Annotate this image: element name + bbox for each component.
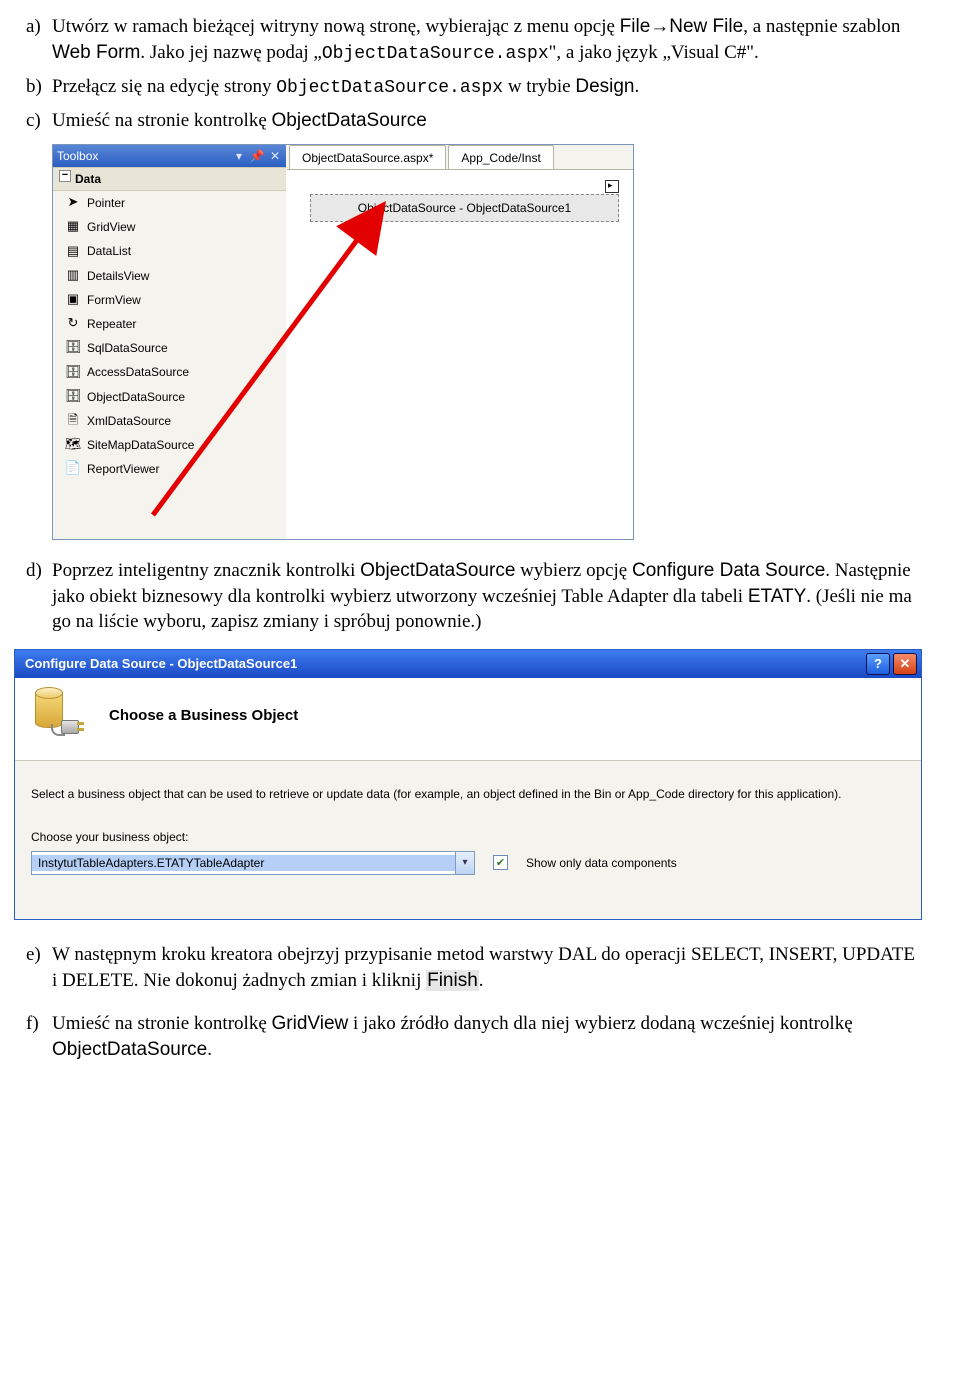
list-item-d: d) Poprzez inteligentny znacznik kontrol… [52, 558, 922, 635]
toolbox-item-label: FormView [87, 293, 141, 307]
toolbox-item-formview[interactable]: ▣ FormView [53, 288, 286, 312]
formview-icon: ▣ [65, 291, 81, 307]
toolbox-group-data[interactable]: Data [53, 167, 286, 191]
toolbox-item-label: GridView [87, 220, 135, 234]
dropdown-icon[interactable]: ▾ [232, 149, 246, 163]
toolbox-item-gridview[interactable]: ▦ GridView [53, 215, 286, 239]
toolbox-item-label: Pointer [87, 196, 125, 210]
wizard-title: Configure Data Source - ObjectDataSource… [25, 655, 863, 673]
list-item-e: e) W następnym kroku kreatora obejrzyj p… [52, 942, 922, 993]
toolbox-item-label: SiteMapDataSource [87, 438, 194, 452]
design-canvas[interactable]: ObjectDataSource - ObjectDataSource1 [286, 170, 633, 540]
toolbox-item-label: ReportViewer [87, 462, 159, 476]
close-button[interactable]: ✕ [893, 653, 917, 675]
toolbox-item-repeater[interactable]: ↻ Repeater [53, 312, 286, 336]
toolbox-item-datalist[interactable]: ▤ DataList [53, 239, 286, 263]
xmldatasource-icon: 🗎 [65, 412, 81, 428]
pointer-icon: ➤ [65, 194, 81, 210]
wizard-titlebar: Configure Data Source - ObjectDataSource… [15, 650, 921, 678]
toolbox-item-detailsview[interactable]: ▥ DetailsView [53, 264, 286, 288]
toolbox-panel: Toolbox ▾ 📌 ✕ Data ➤ Pointer ▦ GridView ▤ Dat… [53, 145, 287, 539]
detailsview-icon: ▥ [65, 267, 81, 283]
wizard-heading: Choose a Business Object [109, 706, 298, 726]
toolbox-item-label: SqlDataSource [87, 341, 168, 355]
toolbox-item-sqldatasource[interactable]: 🗄 SqlDataSource [53, 336, 286, 360]
reportviewer-icon: 📄 [65, 460, 81, 476]
toolbox-item-label: ObjectDataSource [87, 390, 185, 404]
wizard-screenshot: Configure Data Source - ObjectDataSource… [14, 649, 922, 920]
list-item-b: b) Przełącz się na edycję strony ObjectD… [52, 74, 922, 100]
toolbox-item-reportviewer[interactable]: 📄 ReportViewer [53, 457, 286, 481]
toolbox-title: Toolbox [57, 148, 228, 164]
close-icon[interactable]: ✕ [268, 149, 282, 163]
chevron-down-icon[interactable]: ▾ [455, 852, 474, 874]
show-only-checkbox[interactable]: ✔ [493, 855, 508, 870]
toolbox-item-label: AccessDataSource [87, 365, 189, 379]
accessdatasource-icon: 🗄 [65, 363, 81, 379]
choose-label: Choose your business object: [31, 829, 905, 845]
business-object-combo[interactable]: InstytutTableAdapters.ETATYTableAdapter … [31, 851, 475, 875]
toolbox-titlebar: Toolbox ▾ 📌 ✕ [53, 145, 286, 167]
toolbox-item-objectdatasource[interactable]: 🗄 ObjectDataSource [53, 385, 286, 409]
tab-appcode[interactable]: App_Code/Inst [448, 145, 553, 169]
pin-icon[interactable]: 📌 [250, 149, 264, 163]
tab-objectdatasource[interactable]: ObjectDataSource.aspx* [289, 145, 446, 169]
combo-value: InstytutTableAdapters.ETATYTableAdapter [32, 855, 455, 871]
toolbox-item-label: Repeater [87, 317, 136, 331]
database-plug-icon [31, 688, 87, 744]
wizard-header: Choose a Business Object [15, 678, 921, 761]
wizard-description: Select a business object that can be use… [31, 785, 905, 803]
toolbox-item-accessdatasource[interactable]: 🗄 AccessDataSource [53, 360, 286, 384]
toolbox-item-label: DetailsView [87, 269, 149, 283]
toolbox-item-label: XmlDataSource [87, 414, 171, 428]
smart-tag-icon[interactable] [605, 180, 619, 193]
list-item-c: c) Umieść na stronie kontrolkę ObjectDat… [52, 108, 922, 134]
list-item-f: f) Umieść na stronie kontrolkę GridView … [52, 1011, 922, 1062]
sqldatasource-icon: 🗄 [65, 339, 81, 355]
gridview-icon: ▦ [65, 218, 81, 234]
list-item-a: a) Utwórz w ramach bieżącej witryny nową… [52, 14, 922, 66]
objectdatasource-icon: 🗄 [65, 388, 81, 404]
datalist-icon: ▤ [65, 242, 81, 258]
toolbox-item-xmldatasource[interactable]: 🗎 XmlDataSource [53, 409, 286, 433]
vs-toolbox-screenshot: Toolbox ▾ 📌 ✕ Data ➤ Pointer ▦ GridView ▤ Dat… [52, 144, 634, 540]
show-only-label: Show only data components [526, 855, 677, 871]
toolbox-item-label: DataList [87, 244, 131, 258]
sitemapdatasource-icon: 🗺 [65, 436, 81, 452]
document-tabs: ObjectDataSource.aspx* App_Code/Inst [287, 145, 633, 170]
toolbox-item-pointer[interactable]: ➤ Pointer [53, 191, 286, 215]
repeater-icon: ↻ [65, 315, 81, 331]
objectdatasource-control[interactable]: ObjectDataSource - ObjectDataSource1 [310, 194, 619, 222]
toolbox-item-sitemapdatasource[interactable]: 🗺 SiteMapDataSource [53, 433, 286, 457]
help-button[interactable]: ? [866, 653, 890, 675]
